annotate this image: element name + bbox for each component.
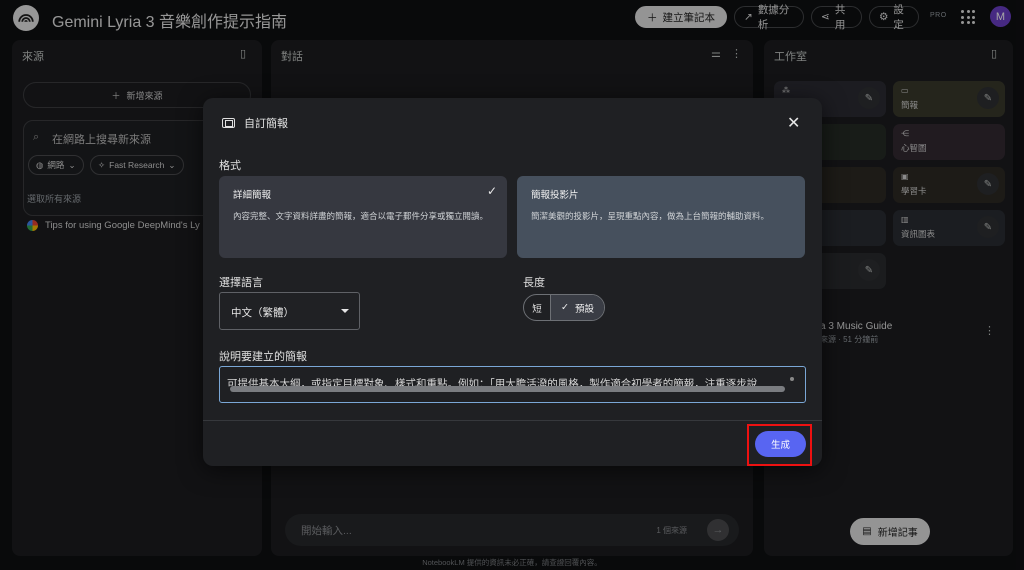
prompt-textarea[interactable]: 可提供基本大綱，或指定目標對象、樣式和重點。例如：「用大膽活潑的風格，製作適合初…: [219, 366, 806, 403]
highlight-box: [747, 424, 812, 466]
check-icon: ✓: [561, 302, 569, 313]
close-icon[interactable]: ✕: [787, 113, 800, 133]
length-default-option[interactable]: ✓ 預設: [551, 295, 604, 320]
language-value: 中文（繁體）: [231, 307, 294, 319]
slides-icon: [222, 118, 235, 128]
caret-down-icon: [341, 309, 349, 313]
customize-slides-dialog: 自訂簡報 ✕ 格式 詳細簡報 ✓ 內容完整、文字資料詳盡的簡報，適合以電子郵件分…: [203, 98, 822, 466]
language-select[interactable]: 中文（繁體）: [219, 292, 360, 330]
dialog-divider: [203, 420, 822, 421]
format-label: 格式: [219, 160, 241, 172]
horizontal-scrollbar[interactable]: [230, 386, 785, 392]
format-option-desc: 簡潔美觀的投影片，呈現重點內容，做為上台簡報的輔助資料。: [531, 211, 770, 221]
format-option-title: 簡報投影片: [531, 190, 579, 201]
dialog-header: 自訂簡報: [222, 115, 288, 131]
format-option-detailed[interactable]: 詳細簡報 ✓ 內容完整、文字資料詳盡的簡報，適合以電子郵件分享或獨立閱讀。: [219, 176, 507, 258]
length-label: 長度: [523, 277, 545, 289]
format-option-title: 詳細簡報: [233, 190, 272, 201]
dialog-title: 自訂簡報: [244, 118, 288, 130]
length-default-label: 預設: [574, 303, 594, 315]
check-icon: ✓: [486, 184, 497, 198]
language-label: 選擇語言: [219, 277, 263, 289]
length-toggle: 短 ✓ 預設: [523, 294, 605, 321]
length-short-option[interactable]: 短: [524, 295, 551, 320]
prompt-label: 說明要建立的簡報: [219, 351, 307, 363]
format-option-slides[interactable]: 簡報投影片 簡潔美觀的投影片，呈現重點內容，做為上台簡報的輔助資料。: [517, 176, 805, 258]
format-option-desc: 內容完整、文字資料詳盡的簡報，適合以電子郵件分享或獨立閱讀。: [233, 211, 489, 221]
resize-handle-icon[interactable]: [790, 377, 794, 381]
